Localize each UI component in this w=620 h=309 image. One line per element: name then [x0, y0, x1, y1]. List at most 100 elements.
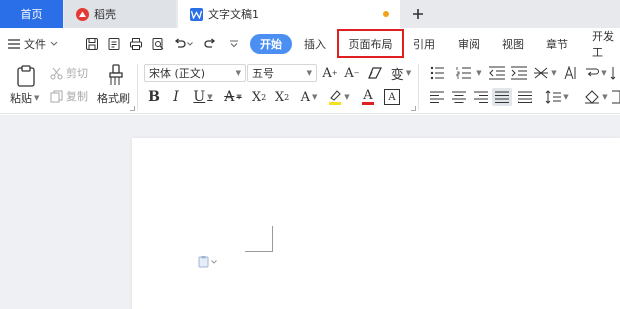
- hamburger-icon: [8, 39, 20, 49]
- page-margin-corner-mark: [245, 226, 273, 252]
- copy-button[interactable]: 复制: [50, 88, 88, 104]
- file-menu-button[interactable]: 文件: [8, 28, 58, 60]
- ribbon-tab-references-label: 引用: [413, 38, 435, 51]
- paste-button[interactable]: 粘贴 ▼: [10, 90, 39, 106]
- align-right-icon[interactable]: [472, 89, 490, 105]
- ribbon-tab-review-label: 审阅: [458, 38, 480, 51]
- phonetic-guide-icon[interactable]: 变 ▼: [388, 65, 414, 83]
- clipboard-icon: [198, 256, 209, 268]
- increase-indent-icon[interactable]: [510, 65, 528, 81]
- decrease-font-size-icon[interactable]: A −: [344, 65, 360, 81]
- tab-home-label: 首页: [20, 8, 43, 21]
- daoke-logo-icon: [76, 7, 89, 21]
- chevron-down-icon: ▼: [306, 69, 312, 77]
- menu-bar: 文件 开始 插入 页面布局 引用 审阅 视图 章节 开发工: [0, 28, 620, 60]
- tab-daoke-label: 稻壳: [94, 8, 116, 21]
- ribbon-tab-start[interactable]: 开始: [250, 34, 292, 54]
- decrease-indent-icon[interactable]: [488, 65, 506, 81]
- ribbon-tab-start-label: 开始: [260, 38, 282, 51]
- numbering-icon[interactable]: ▼: [456, 65, 482, 81]
- ribbon-tab-page-layout[interactable]: 页面布局: [337, 29, 404, 58]
- chevron-down-icon: ▼: [235, 69, 241, 77]
- new-tab-button[interactable]: [408, 3, 428, 25]
- font-name-value: 宋体 (正文): [149, 67, 206, 80]
- italic-icon[interactable]: I: [168, 88, 184, 106]
- copy-icon: [50, 90, 63, 102]
- print-icon[interactable]: [128, 36, 144, 52]
- document-canvas: [0, 115, 620, 309]
- writer-doc-icon: [190, 7, 203, 21]
- file-menu-label: 文件: [24, 38, 46, 51]
- ribbon-tab-developer-label: 开发工: [592, 30, 614, 59]
- tab-document[interactable]: 文字文稿1: [178, 0, 400, 28]
- customize-toolbar-icon[interactable]: [226, 36, 242, 52]
- paste-options-button[interactable]: [198, 255, 217, 268]
- title-tab-bar: 首页 稻壳 文字文稿1: [0, 0, 620, 28]
- font-size-value: 五号: [252, 67, 274, 80]
- export-pdf-icon[interactable]: [106, 36, 122, 52]
- ribbon-tab-references[interactable]: 引用: [413, 28, 435, 60]
- document-page[interactable]: [132, 138, 620, 309]
- plus-icon: [413, 9, 423, 19]
- redo-icon[interactable]: [202, 36, 218, 52]
- strikethrough-icon[interactable]: A ▼: [220, 88, 246, 106]
- distributed-align-icon[interactable]: [516, 89, 534, 105]
- ribbon-start: 粘贴 ▼ 剪切 复制 格式刷 宋体 (正文) ▼ 五号 ▼ A + A − 变 ▼ B…: [0, 60, 620, 114]
- font-dialog-launcher[interactable]: [411, 106, 416, 111]
- tab-document-label: 文字文稿1: [208, 8, 259, 21]
- ribbon-tab-chapter[interactable]: 章节: [546, 28, 568, 60]
- scissors-icon: [50, 67, 63, 79]
- paintbrush-icon[interactable]: [104, 63, 128, 87]
- font-color-icon[interactable]: A: [356, 88, 380, 106]
- ribbon-tab-developer[interactable]: 开发工: [592, 28, 620, 60]
- underline-icon[interactable]: U ▼: [190, 88, 216, 106]
- format-painter-button[interactable]: 格式刷: [97, 90, 130, 106]
- text-effect-icon[interactable]: A ▼: [296, 88, 322, 106]
- shading-icon[interactable]: ▼: [582, 89, 610, 105]
- font-name-select[interactable]: 宋体 (正文) ▼: [144, 64, 246, 82]
- tab-home[interactable]: 首页: [0, 0, 63, 28]
- char-border-icon[interactable]: A: [384, 89, 400, 105]
- ribbon-tab-insert-label: 插入: [304, 38, 326, 51]
- paste-icon[interactable]: [14, 64, 38, 88]
- highlight-color-icon[interactable]: ▼: [326, 88, 352, 106]
- sort-icon[interactable]: [610, 65, 620, 81]
- cut-button[interactable]: 剪切: [50, 65, 88, 81]
- undo-dropdown-icon[interactable]: [186, 36, 194, 52]
- print-preview-icon[interactable]: [150, 36, 166, 52]
- align-center-icon[interactable]: [450, 89, 468, 105]
- ribbon-separator: [137, 64, 138, 110]
- ribbon-tab-view[interactable]: 视图: [502, 28, 524, 60]
- paste-label: 粘贴: [10, 92, 32, 105]
- cut-label: 剪切: [66, 67, 88, 80]
- copy-label: 复制: [66, 90, 88, 103]
- chinese-layout-icon[interactable]: ▼: [533, 65, 557, 81]
- chevron-down-icon: [211, 259, 217, 264]
- ribbon-tab-page-layout-label: 页面布局: [348, 37, 393, 51]
- text-direction-icon[interactable]: [561, 65, 579, 81]
- save-icon[interactable]: [84, 36, 100, 52]
- clipboard-dialog-launcher[interactable]: [130, 106, 135, 111]
- superscript-icon[interactable]: X2: [250, 88, 268, 106]
- bullets-icon[interactable]: [428, 65, 450, 81]
- paste-dropdown-icon: ▼: [34, 94, 40, 102]
- ribbon-tab-review[interactable]: 审阅: [458, 28, 480, 60]
- unsaved-dot-icon: [383, 11, 389, 17]
- clear-format-icon[interactable]: [366, 65, 384, 81]
- ribbon-tab-view-label: 视图: [502, 38, 524, 51]
- chevron-down-icon: [50, 41, 58, 46]
- bold-icon[interactable]: B: [146, 88, 162, 106]
- format-painter-label: 格式刷: [97, 92, 130, 105]
- align-left-icon[interactable]: [428, 89, 446, 105]
- ribbon-tab-insert[interactable]: 插入: [304, 28, 326, 60]
- font-size-select[interactable]: 五号 ▼: [247, 64, 317, 82]
- line-spacing-icon[interactable]: ▼: [543, 89, 571, 105]
- line-break-icon[interactable]: ▼: [584, 65, 608, 81]
- subscript-icon[interactable]: X2: [273, 88, 291, 106]
- increase-font-size-icon[interactable]: A +: [322, 65, 338, 81]
- ribbon-tab-chapter-label: 章节: [546, 38, 568, 51]
- tab-daoke[interactable]: 稻壳: [64, 0, 176, 28]
- ribbon-separator: [418, 64, 419, 110]
- justify-icon[interactable]: [492, 88, 512, 106]
- borders-icon[interactable]: [612, 89, 620, 105]
